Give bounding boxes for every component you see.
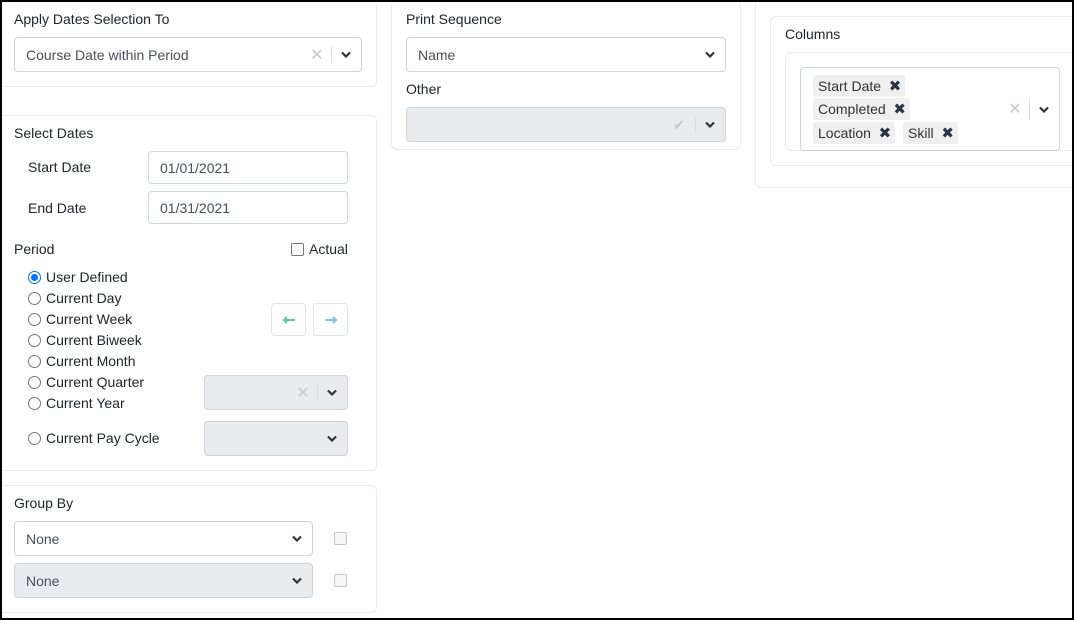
actual-label: Actual	[309, 241, 348, 257]
period-option-label: User Defined	[46, 269, 128, 285]
period-label: Period	[14, 241, 55, 257]
clear-icon[interactable]: ✕	[1005, 68, 1025, 150]
start-date-value: 01/01/2021	[160, 159, 231, 176]
remove-tag-icon[interactable]: ✖	[885, 77, 905, 95]
arrow-right-icon	[324, 315, 337, 324]
separator	[317, 384, 318, 401]
tag-label: Completed	[818, 101, 886, 117]
columns-label: Columns	[785, 26, 841, 42]
period-option-current-biweek[interactable]: Current Biweek	[28, 330, 142, 350]
end-date-value: 01/31/2021	[160, 199, 231, 216]
arrow-left-icon	[282, 315, 295, 324]
other-label: Other	[406, 81, 442, 97]
period-option-current-week[interactable]: Current Week	[28, 309, 132, 329]
previous-period-button[interactable]	[271, 303, 306, 336]
period-option-label: Current Month	[46, 353, 136, 369]
radio-button[interactable]	[28, 375, 41, 389]
period-option-label: Current Biweek	[46, 332, 142, 348]
pay-cycle-select[interactable]	[204, 421, 348, 456]
chevron-down-icon[interactable]	[1032, 68, 1056, 150]
radio-button[interactable]	[28, 312, 41, 326]
next-period-button[interactable]	[313, 303, 348, 336]
start-date-input[interactable]: 01/01/2021	[148, 151, 348, 184]
group-by-first-value: None	[26, 530, 60, 547]
chevron-down-icon[interactable]	[320, 422, 344, 455]
radio-button[interactable]	[28, 431, 41, 445]
start-date-label: Start Date	[28, 159, 92, 175]
apply-dates-select[interactable]: Course Date within Period ✕	[14, 37, 362, 72]
chevron-down-icon[interactable]	[285, 564, 309, 597]
quarter-year-select[interactable]: ✕	[204, 375, 348, 410]
separator	[331, 46, 332, 63]
chevron-down-icon[interactable]	[334, 38, 358, 71]
radio-button[interactable]	[28, 333, 41, 347]
column-tag-skill: Skill ✖	[903, 122, 958, 144]
period-option-current-month[interactable]: Current Month	[28, 351, 135, 371]
group-by-label: Group By	[14, 495, 74, 511]
end-date-input[interactable]: 01/31/2021	[148, 191, 348, 224]
period-option-user-defined[interactable]: User Defined	[28, 267, 128, 287]
period-option-label: Current Year	[46, 395, 125, 411]
print-sequence-value: Name	[418, 46, 456, 63]
period-option-current-year[interactable]: Current Year	[28, 393, 125, 413]
checkmark-icon: ✔	[672, 116, 686, 134]
period-option-label: Current Day	[46, 290, 122, 306]
period-option-current-pay-cycle[interactable]: Current Pay Cycle	[28, 428, 160, 448]
group-by-second-checkbox[interactable]	[334, 574, 347, 587]
clear-icon[interactable]: ✕	[307, 38, 327, 71]
clear-icon[interactable]: ✕	[293, 376, 313, 409]
separator	[1029, 98, 1030, 120]
tag-label: Start Date	[818, 78, 882, 94]
column-tag-completed: Completed ✖	[813, 98, 910, 120]
apply-dates-label: Apply Dates Selection To	[14, 11, 170, 27]
column-tag-location: Location ✖	[813, 122, 895, 144]
print-sequence-select[interactable]: Name	[406, 37, 726, 72]
period-option-label: Current Quarter	[46, 374, 145, 390]
remove-tag-icon[interactable]: ✖	[890, 100, 910, 118]
group-by-second-value: None	[26, 572, 60, 589]
group-by-first-select[interactable]: None	[14, 521, 313, 556]
tag-label: Location	[818, 125, 871, 141]
chevron-down-icon[interactable]	[698, 38, 722, 71]
other-select[interactable]: ✔	[406, 107, 726, 142]
period-option-label: Current Pay Cycle	[46, 430, 160, 446]
period-option-current-day[interactable]: Current Day	[28, 288, 121, 308]
tag-label: Skill	[908, 125, 934, 141]
group-by-first-checkbox[interactable]	[334, 532, 347, 545]
group-by-second-select[interactable]: None	[14, 563, 313, 598]
period-option-current-quarter[interactable]: Current Quarter	[28, 372, 144, 392]
remove-tag-icon[interactable]: ✖	[875, 124, 895, 142]
radio-button[interactable]	[28, 354, 41, 368]
radio-button[interactable]	[28, 291, 41, 305]
period-option-label: Current Week	[46, 311, 133, 327]
columns-multiselect[interactable]: Start Date ✖ Completed ✖ Location ✖ Skil…	[800, 67, 1060, 151]
chevron-down-icon[interactable]	[698, 108, 722, 141]
select-dates-label: Select Dates	[14, 125, 94, 141]
chevron-down-icon[interactable]	[285, 522, 309, 555]
column-tag-start-date: Start Date ✖	[813, 75, 906, 97]
chevron-down-icon[interactable]	[320, 376, 344, 409]
print-sequence-label: Print Sequence	[406, 11, 502, 27]
actual-checkbox[interactable]	[291, 243, 304, 256]
end-date-label: End Date	[28, 200, 87, 216]
remove-tag-icon[interactable]: ✖	[938, 124, 958, 142]
radio-button[interactable]	[28, 270, 41, 284]
radio-button[interactable]	[28, 396, 41, 410]
separator	[695, 116, 696, 133]
